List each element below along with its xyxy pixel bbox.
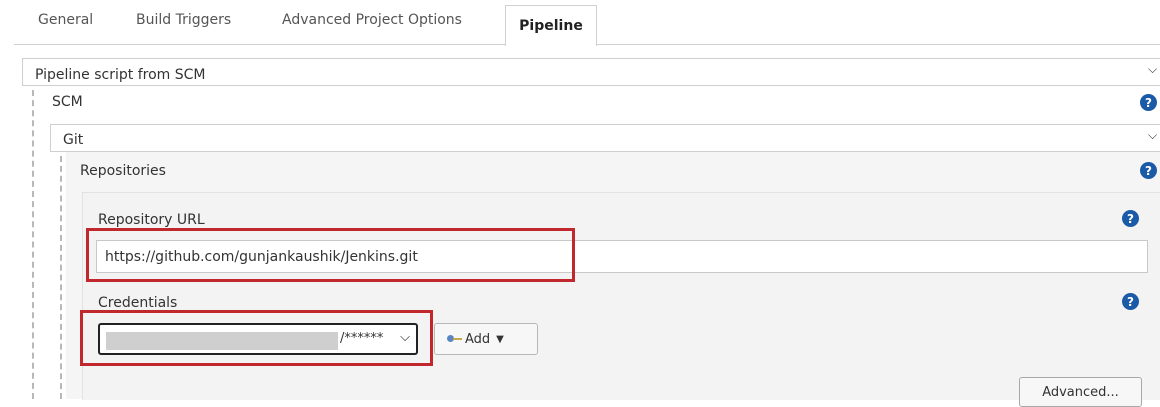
- repository-entry-panel: [82, 192, 1160, 400]
- scm-select-value: Git: [63, 132, 84, 148]
- tab-divider: [596, 44, 1160, 45]
- section-guide-line: [60, 156, 62, 399]
- definition-select[interactable]: Pipeline script from SCM: [22, 58, 1160, 86]
- repositories-label: Repositories: [80, 163, 166, 179]
- repository-url-label: Repository URL: [98, 212, 205, 228]
- advanced-button[interactable]: Advanced...: [1019, 377, 1142, 407]
- chevron-down-icon[interactable]: ⌵: [1148, 62, 1157, 77]
- highlight-box: [86, 228, 575, 282]
- help-question-icon[interactable]: ?: [1140, 94, 1157, 111]
- help-question-icon[interactable]: ?: [1122, 210, 1139, 227]
- caret-down-icon: ▼: [496, 333, 504, 345]
- tab-general[interactable]: General: [38, 12, 93, 28]
- chevron-down-icon[interactable]: ⌵: [1148, 128, 1157, 143]
- key-icon: [447, 334, 463, 344]
- credentials-label: Credentials: [98, 295, 178, 311]
- scm-label: SCM: [52, 94, 83, 110]
- tab-pipeline-label: Pipeline: [519, 18, 583, 34]
- advanced-button-label: Advanced...: [1042, 384, 1119, 400]
- add-button-label: Add: [465, 331, 491, 347]
- tab-bar: General Build Triggers Advanced Project …: [0, 0, 1160, 46]
- scm-select[interactable]: Git: [50, 124, 1160, 152]
- highlight-box: [80, 310, 433, 366]
- tab-build-triggers[interactable]: Build Triggers: [136, 12, 231, 28]
- help-question-icon[interactable]: ?: [1140, 162, 1157, 179]
- tab-divider: [14, 44, 505, 45]
- add-credentials-button[interactable]: Add ▼: [434, 323, 538, 355]
- section-guide-line: [32, 90, 34, 399]
- tab-pipeline[interactable]: Pipeline: [505, 5, 597, 46]
- tab-advanced-project-options[interactable]: Advanced Project Options: [282, 12, 462, 28]
- help-question-icon[interactable]: ?: [1122, 293, 1139, 310]
- definition-select-value: Pipeline script from SCM: [35, 67, 206, 83]
